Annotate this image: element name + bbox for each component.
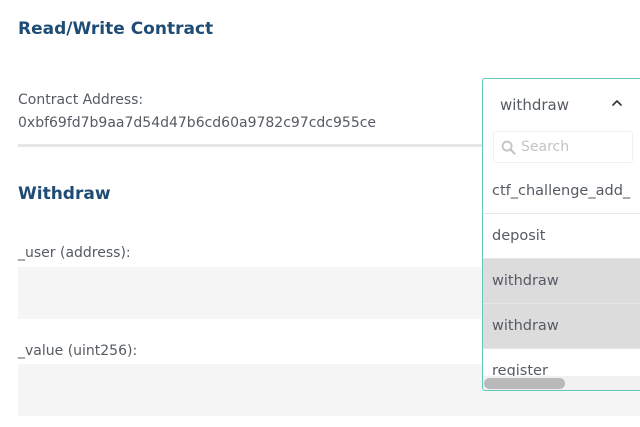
user-address-label: _user (address): <box>18 245 131 261</box>
function-title: Withdraw <box>18 184 111 204</box>
scrollbar-thumb[interactable] <box>484 378 565 389</box>
value-uint256-label: _value (uint256): <box>18 343 138 359</box>
option-withdraw[interactable]: withdraw <box>483 259 640 304</box>
search-icon <box>501 140 516 155</box>
dropdown-toggle[interactable]: withdraw <box>483 79 640 133</box>
selected-function: withdraw <box>500 96 569 114</box>
option-deposit[interactable]: deposit <box>483 214 640 259</box>
chevron-up-icon[interactable] <box>610 96 624 110</box>
horizontal-scrollbar[interactable] <box>483 376 640 390</box>
search-input[interactable] <box>521 135 629 159</box>
option-ctf-challenge[interactable]: ctf_challenge_add_ <box>483 169 640 214</box>
page-title: Read/Write Contract <box>18 19 214 39</box>
read-write-contract-page: Read/Write Contract Contract Address: 0x… <box>0 0 640 427</box>
divider <box>18 144 498 147</box>
dropdown-options: ctf_challenge_add_ deposit withdraw with… <box>483 169 640 390</box>
contract-address-label: Contract Address: <box>18 92 144 108</box>
option-withdraw[interactable]: withdraw <box>483 304 640 349</box>
contract-address-value: 0xbf69fd7b9aa7d54d47b6cd60a9782c97cdc955… <box>18 115 377 131</box>
dropdown-search[interactable] <box>493 131 633 163</box>
function-select-dropdown[interactable]: withdraw ctf_challenge_add_ deposit with… <box>482 78 640 391</box>
